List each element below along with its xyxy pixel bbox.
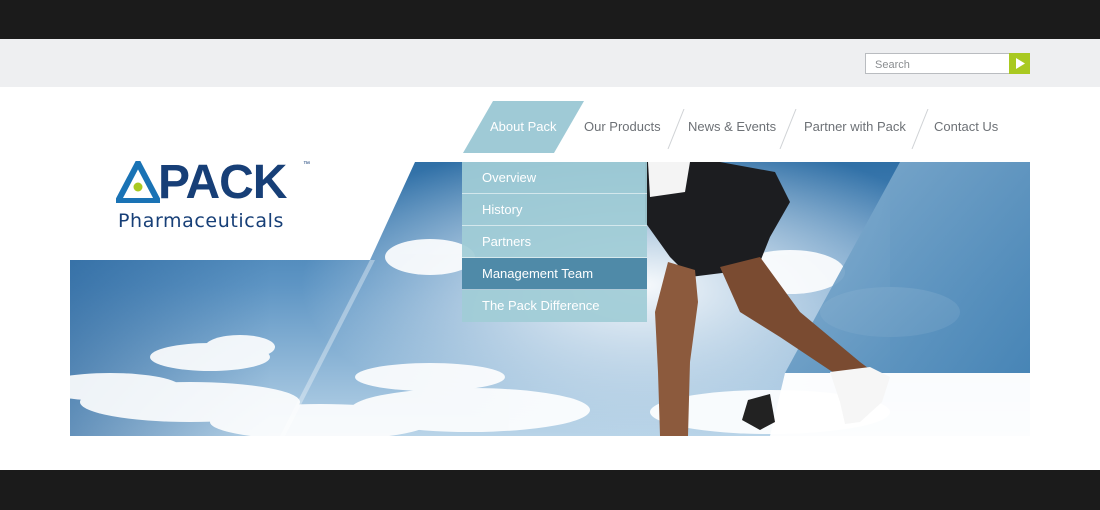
nav-news-events[interactable]: News & Events: [688, 101, 776, 153]
dropdown-item-overview[interactable]: Overview: [462, 162, 647, 194]
nav-about-pack[interactable]: About Pack: [490, 101, 557, 153]
nav-our-products[interactable]: Our Products: [584, 101, 661, 153]
nav-partner-with-pack[interactable]: Partner with Pack: [804, 101, 906, 153]
dropdown-item-management-team[interactable]: Management Team: [462, 258, 647, 290]
brand-name: PACK: [158, 156, 287, 209]
dropdown-item-partners[interactable]: Partners: [462, 226, 647, 258]
footer-bar: [0, 470, 1100, 510]
search-submit-button[interactable]: [1009, 53, 1030, 74]
nav-contact-us[interactable]: Contact Us: [934, 101, 998, 153]
search-input[interactable]: [866, 54, 1009, 73]
about-pack-dropdown: Overview History Partners Management Tea…: [462, 162, 647, 322]
dropdown-item-pack-difference[interactable]: The Pack Difference: [462, 290, 647, 322]
top-bar: [0, 0, 1100, 39]
main-nav: About Pack Our Products News & Events Pa…: [0, 101, 1100, 153]
play-arrow-icon: [1016, 58, 1025, 69]
flask-icon: [116, 161, 160, 203]
brand-subtitle: Pharmaceuticals: [118, 210, 284, 232]
search-field[interactable]: [865, 53, 1009, 74]
pack-logo[interactable]: PACK ™ Pharmaceuticals: [116, 156, 316, 233]
dropdown-item-history[interactable]: History: [462, 194, 647, 226]
main-content: PACK ™ Pharmaceuticals About Pack Our Pr…: [0, 87, 1100, 470]
trademark-mark: ™: [303, 161, 310, 168]
